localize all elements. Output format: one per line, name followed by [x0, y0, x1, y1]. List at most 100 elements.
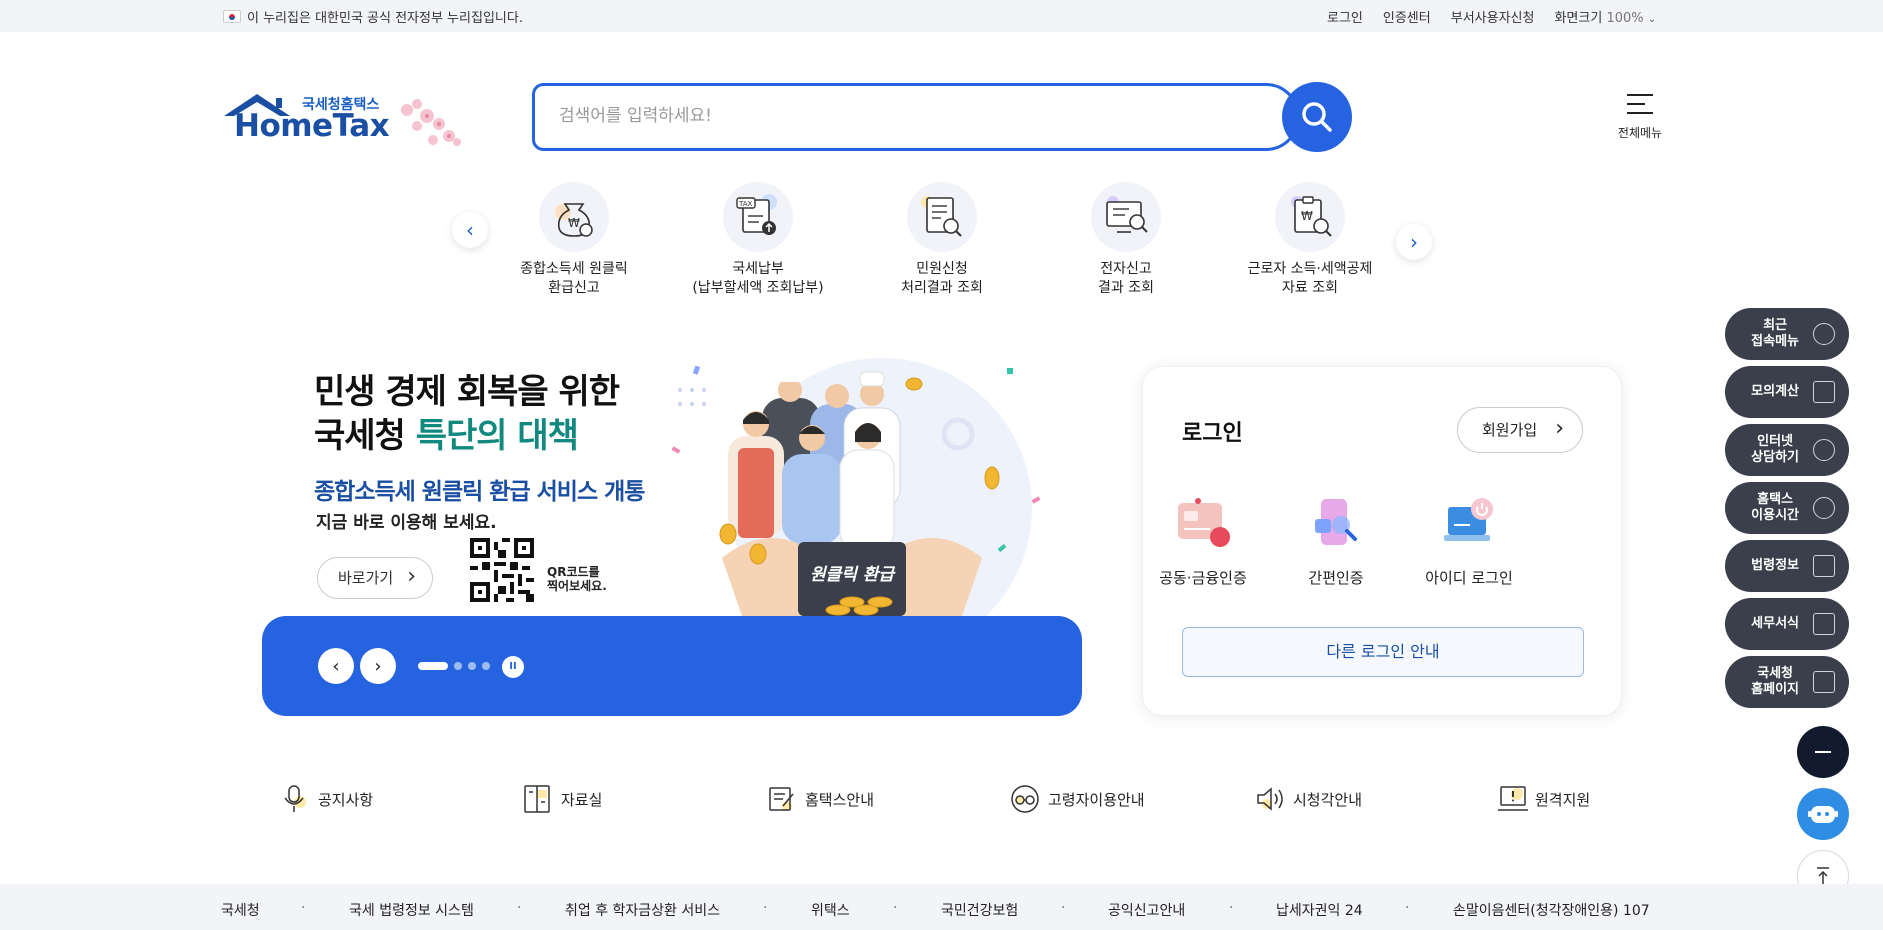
- monitor-search-icon: [1091, 182, 1161, 252]
- side-law-button[interactable]: 법령정보: [1725, 540, 1849, 592]
- zoom-label: 화면크기: [1554, 11, 1603, 26]
- footer-link[interactable]: 손말이음센터(청각장애인용) 107: [1453, 900, 1650, 920]
- chat-icon: [1813, 439, 1835, 461]
- side-recent-menu-button[interactable]: 최근 접속메뉴: [1725, 308, 1849, 360]
- slide-dot[interactable]: [454, 662, 462, 670]
- login-card: 로그인 회원가입 공동·금융인증 간편인증 아이디 로그인 다른 로그인 안내: [1142, 366, 1622, 716]
- arrow-up-icon: [1817, 867, 1829, 885]
- banner-prev-button[interactable]: ‹: [318, 648, 354, 684]
- top-links: 로그인 인증센터 부서사용자신청 화면크기 100% ⌄: [1327, 7, 1656, 26]
- search-input[interactable]: [559, 106, 1199, 126]
- quick-menu-prev-button[interactable]: ‹: [452, 212, 488, 248]
- service-label: 공지사항: [318, 790, 374, 809]
- service-link-guide[interactable]: 홈택스안내: [767, 784, 874, 814]
- side-calculator-button[interactable]: 모의계산: [1725, 366, 1849, 418]
- pause-button[interactable]: II: [502, 656, 524, 678]
- footer-link[interactable]: 취업 후 학자금상환 서비스: [565, 900, 720, 920]
- quick-menu-next-button[interactable]: ›: [1396, 224, 1432, 260]
- footer-link[interactable]: 국세청: [221, 900, 260, 920]
- login-link[interactable]: 로그인: [1327, 7, 1363, 26]
- alarm-clock-icon: [1813, 497, 1835, 519]
- login-option-simple[interactable]: 간편인증: [1276, 497, 1396, 588]
- related-sites-bar: 국세청 · 국세 법령정보 시스템 · 취업 후 학자금상환 서비스 · 위택스…: [0, 884, 1883, 930]
- service-label: 자료실: [561, 790, 603, 809]
- quick-menu-item[interactable]: TAX 국세납부 (납부할세액 조회납부): [673, 182, 843, 298]
- banner-next-button[interactable]: ›: [360, 648, 396, 684]
- phone-search-icon: [1307, 497, 1365, 553]
- quick-menu-item[interactable]: ₩ 근로자 소득·세액공제 자료 조회: [1225, 182, 1395, 298]
- service-label: 원격지원: [1535, 790, 1591, 809]
- login-option-label: 아이디 로그인: [1425, 569, 1513, 587]
- login-option-id[interactable]: 아이디 로그인: [1409, 497, 1529, 588]
- slide-indicator: [418, 662, 490, 670]
- cabinet-icon: [523, 784, 551, 814]
- hometax-logo[interactable]: 국세청홈택스 HomeTax: [222, 92, 462, 150]
- cert-center-link[interactable]: 인증센터: [1383, 7, 1431, 26]
- slide-dot[interactable]: [482, 662, 490, 670]
- side-label: 인터넷: [1757, 434, 1794, 449]
- qr-caption-line2: 찍어보세요.: [547, 579, 607, 593]
- footer-link[interactable]: 국민건강보험: [941, 900, 1018, 920]
- footer-link[interactable]: 위택스: [811, 900, 850, 920]
- full-menu-button[interactable]: 전체메뉴: [1608, 94, 1672, 142]
- service-link-remote[interactable]: 원격지원: [1497, 784, 1590, 814]
- svg-text:TAX: TAX: [738, 200, 753, 208]
- service-link-archive[interactable]: 자료실: [523, 784, 602, 814]
- gov-notice: 이 누리집은 대한민국 공식 전자정부 누리집입니다.: [223, 7, 523, 26]
- collapse-side-menu-button[interactable]: [1797, 726, 1849, 778]
- gov-notice-text: 이 누리집은 대한민국 공식 전자정부 누리집입니다.: [247, 11, 523, 26]
- side-forms-button[interactable]: 세무서식: [1725, 598, 1849, 650]
- microphone-icon: [280, 784, 308, 814]
- quick-menu-item[interactable]: ₩ 종합소득세 원클릭 환급신고: [489, 182, 659, 298]
- search-button[interactable]: [1282, 82, 1352, 152]
- banner-title-line1: 민생 경제 회복을 위한: [314, 372, 620, 412]
- separator-dot-icon: ·: [893, 900, 898, 916]
- slide-dot[interactable]: [418, 662, 448, 670]
- svg-text:₩: ₩: [568, 216, 580, 230]
- side-label: 모의계산: [1751, 384, 1799, 399]
- login-title: 로그인: [1182, 421, 1243, 446]
- qr-caption-line1: QR코드를: [547, 565, 600, 579]
- join-button[interactable]: 회원가입: [1457, 407, 1583, 453]
- speaker-icon: [1255, 784, 1283, 814]
- service-link-notice[interactable]: 공지사항: [280, 784, 373, 814]
- other-login-button[interactable]: 다른 로그인 안내: [1182, 627, 1584, 677]
- separator-dot-icon: ·: [1229, 900, 1234, 916]
- minus-icon: [1815, 751, 1831, 753]
- certificate-card-icon: [1174, 497, 1232, 553]
- svg-text:₩: ₩: [1301, 209, 1313, 223]
- login-option-cert[interactable]: 공동·금융인증: [1143, 497, 1263, 588]
- side-consult-button[interactable]: 인터넷 상담하기: [1725, 424, 1849, 476]
- dept-user-link[interactable]: 부서사용자신청: [1451, 7, 1535, 26]
- chatbot-button[interactable]: [1797, 788, 1849, 840]
- footer-link[interactable]: 납세자권익 24: [1276, 900, 1363, 920]
- footer-link[interactable]: 국세 법령정보 시스템: [349, 900, 474, 920]
- qr-caption: QR코드를 찍어보세요.: [547, 565, 607, 593]
- logo-title: HomeTax: [234, 108, 390, 144]
- quick-menu-label: 국세납부: [732, 261, 784, 277]
- quick-menu-label: 처리결과 조회: [901, 280, 983, 296]
- robot-icon: [1808, 806, 1838, 823]
- service-label: 고령자이용안내: [1048, 790, 1145, 809]
- quick-menu-item[interactable]: 민원신청 처리결과 조회: [857, 182, 1027, 298]
- footer-link[interactable]: 공익신고안내: [1108, 900, 1185, 920]
- service-link-av[interactable]: 시청각안내: [1255, 784, 1362, 814]
- banner-go-button[interactable]: 바로가기: [317, 557, 433, 599]
- side-nts-home-button[interactable]: 국세청 홈페이지: [1725, 656, 1849, 708]
- laptop-power-icon: [1440, 497, 1498, 553]
- banner-subtitle2: 지금 바로 이용해 보세요.: [316, 513, 497, 533]
- separator-dot-icon: ·: [301, 900, 306, 916]
- side-label: 접속메뉴: [1751, 334, 1799, 349]
- quick-menu-item[interactable]: 전자신고 결과 조회: [1041, 182, 1211, 298]
- zoom-control[interactable]: 화면크기 100% ⌄: [1554, 7, 1656, 26]
- side-hours-button[interactable]: 홈택스 이용시간: [1725, 482, 1849, 534]
- separator-dot-icon: ·: [517, 900, 522, 916]
- qr-code-icon: [470, 538, 534, 602]
- slide-dot[interactable]: [468, 662, 476, 670]
- service-link-senior[interactable]: 고령자이용안내: [1010, 784, 1145, 814]
- chevron-down-icon: ⌄: [1647, 14, 1657, 25]
- side-label: 법령정보: [1751, 558, 1799, 573]
- banner-title-line2: 국세청: [314, 416, 416, 456]
- chevron-right-icon: ›: [374, 655, 382, 677]
- separator-dot-icon: ·: [1061, 900, 1066, 916]
